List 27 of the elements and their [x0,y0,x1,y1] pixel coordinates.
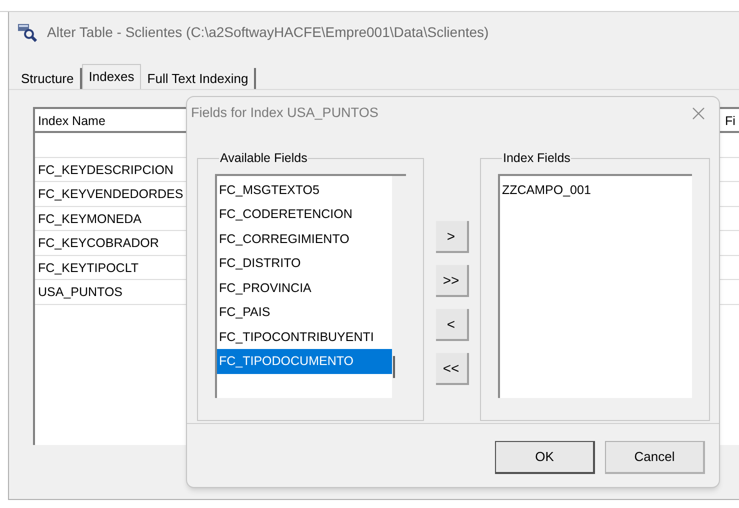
dialog-button[interactable]: Cancel [605,441,705,474]
list-item[interactable]: FC_TIPOCONTRIBUYENTI [217,324,392,350]
move-button[interactable]: < [436,309,468,341]
window-title: Alter Table - Sclientes (C:\a2SoftwayHACFE\Empre001\Data\Sclientes) [47,22,489,42]
list-box[interactable]: ZZCAMPO_001 [498,174,692,398]
column-header: Fi [725,113,736,130]
scrollbar-thumb[interactable] [393,356,395,378]
group-label: Available Fields [219,150,308,167]
magnifier-icon [17,22,37,42]
list-item[interactable]: FC_CODERETENCION [217,202,392,227]
move-button[interactable]: << [436,353,468,385]
list-item[interactable]: ZZCAMPO_001 [500,178,692,202]
list-item[interactable]: FC_MSGTEXTO5 [217,178,392,202]
list-item[interactable]: FC_PAIS [217,300,392,325]
list-item[interactable]: FC_TIPODOCUMENTO [217,349,392,374]
list-item[interactable]: FC_DISTRITO [217,251,392,276]
group-label: Index Fields [502,150,572,167]
move-button[interactable]: >> [436,265,468,297]
list-item[interactable]: FC_PROVINCIA [217,276,392,300]
tab[interactable]: Indexes [82,64,142,89]
list-item[interactable]: FC_CORREGIMIENTO [217,226,392,252]
list-box[interactable]: FC_MSGTEXTO5 FC_CODERETENCION FC_CORREGIMIENTO FC_DISTRITO FC_PROVINCIA FC_PAIS FC_TIPOCONTRIBUYENTI FC_TIPODOCUMENTO [215,174,406,398]
move-button[interactable]: > [436,221,468,253]
dialog-button[interactable]: OK [495,441,595,474]
tab[interactable]: Full Text Indexing [141,68,256,89]
close-icon[interactable] [692,106,705,120]
dialog-title: Fields for Index USA_PUNTOS [191,104,378,122]
